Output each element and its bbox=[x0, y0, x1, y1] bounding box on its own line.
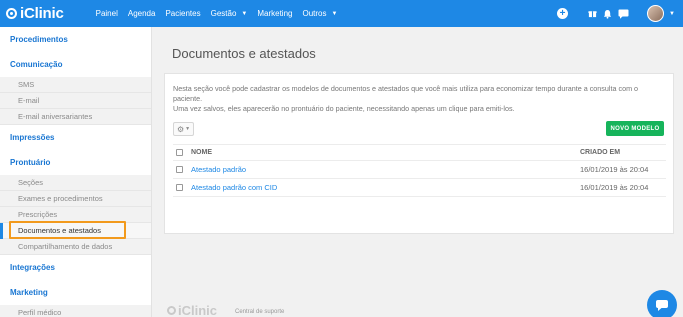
description-line-1: Nesta seção você pode cadastrar os model… bbox=[173, 84, 639, 103]
nav-item-gestao[interactable]: Gestão ▼ bbox=[211, 9, 248, 18]
nav-label: Marketing bbox=[257, 9, 293, 18]
page-title: Documentos e atestados bbox=[172, 46, 316, 61]
chat-button[interactable] bbox=[647, 290, 677, 317]
created-date: 16/01/2019 às 20:04 bbox=[580, 183, 649, 192]
table-row: Atestado padrão 16/01/2019 às 20:04 bbox=[173, 161, 666, 179]
sidebar-section-prontuario[interactable]: Prontuário bbox=[0, 150, 151, 175]
sidebar-item-prescricoes[interactable]: Prescrições bbox=[0, 207, 151, 223]
sidebar-section-comunicacao[interactable]: Comunicação bbox=[0, 52, 151, 77]
sidebar-item-email[interactable]: E-mail bbox=[0, 93, 151, 109]
sidebar-section-marketing[interactable]: Marketing bbox=[0, 280, 151, 305]
created-date: 16/01/2019 às 20:04 bbox=[580, 165, 649, 174]
select-all-checkbox[interactable] bbox=[176, 149, 183, 156]
column-header-created[interactable]: CRIADO EM bbox=[580, 149, 666, 156]
footer-logo-text: iClinic bbox=[178, 303, 218, 317]
column-header-name[interactable]: NOME bbox=[191, 149, 580, 156]
description-line-2: Uma vez salvos, eles aparecerão no pront… bbox=[173, 104, 515, 113]
sidebar-item-email-aniversariantes[interactable]: E-mail aniversariantes bbox=[0, 109, 151, 125]
nav-label: Gestão bbox=[210, 9, 237, 18]
chat-bubble-icon bbox=[656, 299, 668, 311]
bell-icon[interactable] bbox=[603, 9, 612, 19]
chevron-down-icon[interactable]: ▼ bbox=[669, 11, 675, 17]
documents-table: NOME CRIADO EM Atestado padrão 16/01/201… bbox=[173, 144, 666, 197]
chevron-down-icon: ▼ bbox=[331, 10, 338, 17]
document-link[interactable]: Atestado padrão bbox=[191, 165, 246, 174]
nav-item-outros[interactable]: Outros ▼ bbox=[302, 9, 337, 18]
document-link[interactable]: Atestado padrão com CID bbox=[191, 183, 277, 192]
sidebar-item-compartilhamento[interactable]: Compartilhamento de dados bbox=[0, 239, 151, 255]
documents-card: Nesta seção você pode cadastrar os model… bbox=[164, 73, 674, 234]
footer-logo: iClinic bbox=[167, 303, 217, 317]
settings-sidebar: Procedimentos Comunicação SMS E-mail E-m… bbox=[0, 27, 152, 317]
nav-item-agenda[interactable]: Agenda bbox=[128, 9, 156, 18]
chevron-down-icon: ▼ bbox=[185, 126, 191, 132]
sidebar-item-documentos-atestados[interactable]: Documentos e atestados bbox=[0, 222, 151, 239]
section-description: Nesta seção você pode cadastrar os model… bbox=[173, 84, 663, 114]
sidebar-item-secoes[interactable]: Seções bbox=[0, 175, 151, 191]
main-nav: Painel Agenda Pacientes Gestão ▼ Marketin… bbox=[96, 9, 348, 18]
row-checkbox[interactable] bbox=[176, 184, 183, 191]
user-avatar[interactable] bbox=[647, 5, 665, 22]
sidebar-item-exames[interactable]: Exames e procedimentos bbox=[0, 191, 151, 207]
logo-icon bbox=[6, 8, 17, 19]
messages-icon[interactable] bbox=[618, 9, 629, 19]
nav-label: Outros bbox=[302, 9, 327, 18]
table-row: Atestado padrão com CID 16/01/2019 às 20… bbox=[173, 179, 666, 197]
settings-dropdown-button[interactable]: ⚙ ▼ bbox=[173, 122, 194, 136]
nav-item-marketing[interactable]: Marketing bbox=[257, 9, 292, 18]
top-icons: + ▼ bbox=[557, 0, 683, 27]
logo-icon bbox=[167, 306, 176, 315]
gift-icon[interactable] bbox=[588, 9, 597, 18]
chevron-down-icon: ▼ bbox=[241, 10, 248, 17]
nav-item-painel[interactable]: Painel bbox=[96, 9, 118, 18]
row-checkbox[interactable] bbox=[176, 166, 183, 173]
nav-label: Agenda bbox=[127, 9, 156, 18]
logo-text: iClinic bbox=[20, 5, 64, 22]
nav-item-pacientes[interactable]: Pacientes bbox=[165, 9, 200, 18]
support-link[interactable]: Central de suporte bbox=[235, 309, 284, 315]
app-logo[interactable]: iClinic bbox=[6, 5, 64, 22]
gear-icon: ⚙ bbox=[176, 124, 185, 134]
sidebar-section-impressoes[interactable]: Impressões bbox=[0, 125, 151, 150]
sidebar-item-sms[interactable]: SMS bbox=[0, 77, 151, 93]
nav-label: Painel bbox=[95, 9, 118, 18]
main-content: Documentos e atestados Nesta seção você … bbox=[153, 27, 683, 317]
nav-label: Pacientes bbox=[165, 9, 201, 18]
table-header: NOME CRIADO EM bbox=[173, 144, 666, 161]
add-icon[interactable]: + bbox=[557, 8, 569, 19]
new-model-button[interactable]: NOVO MODELO bbox=[606, 121, 664, 136]
sidebar-item-perfil-medico[interactable]: Perfil médico bbox=[0, 305, 151, 317]
top-navbar: iClinic Painel Agenda Pacientes Gestão ▼ … bbox=[0, 0, 683, 27]
sidebar-section-procedimentos[interactable]: Procedimentos bbox=[0, 27, 151, 52]
sidebar-section-integracoes[interactable]: Integrações bbox=[0, 255, 151, 280]
